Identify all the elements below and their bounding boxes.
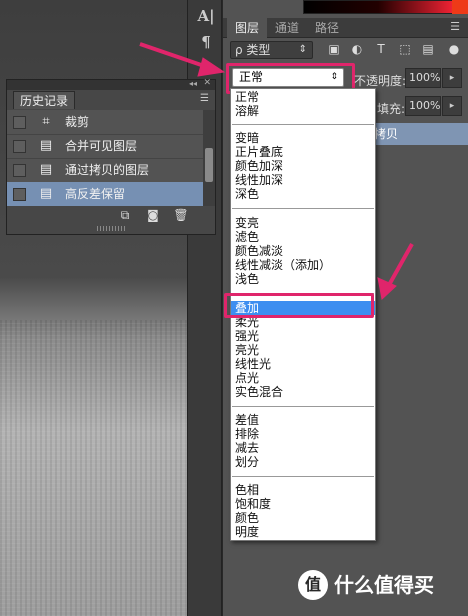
arrow-to-blend-mode (139, 42, 226, 77)
watermark-logo-icon: 值 (298, 570, 328, 600)
arrow-to-overlay (377, 243, 414, 300)
watermark: 值 什么值得买 (298, 568, 463, 604)
watermark-text: 什么值得买 (334, 573, 434, 597)
annotation-arrows (139, 42, 414, 300)
